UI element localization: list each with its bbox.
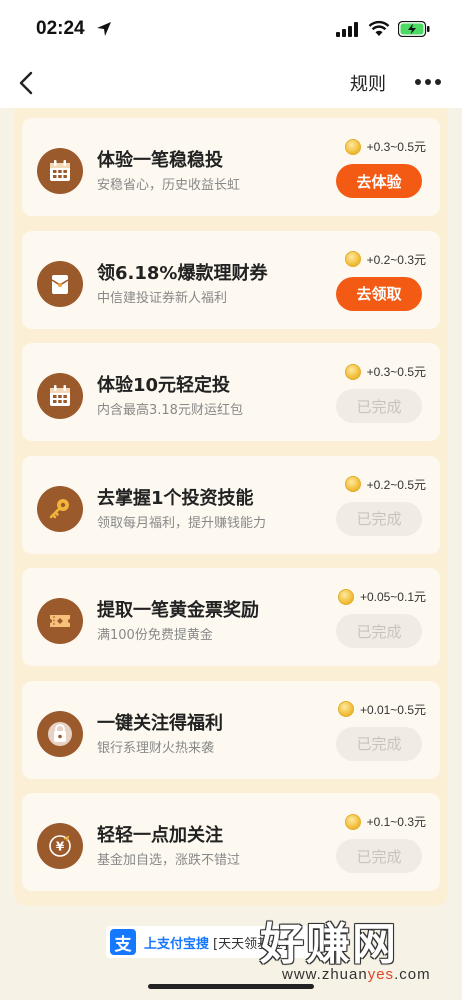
alipay-logo: 支: [110, 929, 136, 955]
cellular-signal-icon: [336, 22, 358, 37]
task-action-button[interactable]: 去领取: [336, 276, 422, 311]
task-reward-amount: +0.3~0.5元: [366, 140, 426, 154]
calendar-icon: [37, 148, 83, 194]
watermark-url-highlight: yes: [367, 966, 395, 983]
task-description: 满100份免费提黄金: [97, 628, 213, 643]
back-chevron-icon[interactable]: [16, 70, 38, 96]
task-reward-amount: +0.2~0.3元: [366, 252, 426, 267]
envelope-icon: [37, 260, 83, 307]
battery-charging-icon: [398, 21, 430, 37]
rules-link[interactable]: 规则: [350, 70, 386, 96]
task-card: 去掌握1个投资技能领取每月福利，提升赚钱能力 +0.2~0.5元已完成: [22, 455, 440, 554]
coin-icon: [344, 251, 361, 267]
task-completed-button: 已完成: [336, 726, 422, 761]
coin-icon: [337, 701, 354, 717]
task-title: 体验10元轻定投: [97, 375, 231, 396]
site-watermark: 好赚网 www.zhuanyes.com: [252, 908, 452, 988]
fund-icon: ¥: [37, 823, 83, 869]
task-description: 安稳省心，历史收益长虹: [97, 178, 241, 193]
task-card: 提取一笔黄金票奖励满100份免费提黄金 +0.05~0.1元已完成: [22, 568, 440, 666]
key-icon: [37, 485, 83, 532]
task-reward: +0.3~0.5元: [344, 363, 426, 380]
task-description: 基金加自选，涨跌不错过: [97, 853, 241, 868]
task-title: 体验一笔稳稳投: [97, 150, 223, 171]
task-description: 内含最高3.18元财运红包: [97, 403, 243, 418]
task-card: 领6.18%爆款理财券中信建投证券新人福利 +0.2~0.3元去领取: [22, 230, 440, 329]
coin-icon: [344, 138, 361, 155]
home-indicator: [148, 984, 314, 989]
bag-icon: [37, 710, 83, 757]
watermark-url: www.zhuanyes.com: [282, 966, 431, 983]
task-card: 一键关注得福利银行系理财火热来袭 +0.01~0.5元已完成: [22, 680, 440, 779]
task-reward: +0.01~0.5元: [337, 701, 426, 718]
task-title: 领6.18%爆款理财券: [97, 262, 268, 284]
watermark-brand: 好赚网: [260, 919, 398, 970]
nav-bar: 规则: [0, 58, 462, 108]
task-card: 体验一笔稳稳投安稳省心，历史收益长虹 +0.3~0.5元去体验: [22, 118, 440, 216]
task-reward-amount: +0.01~0.5元: [359, 702, 426, 717]
task-completed-button: 已完成: [336, 839, 422, 873]
location-arrow-icon: [97, 22, 111, 36]
coin-icon: [344, 476, 361, 492]
task-panel: 体验一笔稳稳投 安稳省心，历史收益长虹 +0.3~0.5元 去体验 领6.18%爆款理财…: [14, 108, 448, 906]
task-description: 中信建投证券新人福利: [97, 290, 228, 306]
more-dots-icon[interactable]: [414, 76, 442, 88]
coin-icon: [344, 363, 361, 380]
task-reward: +0.2~0.3元: [344, 251, 426, 268]
task-reward-amount: +0.2~0.5元: [366, 477, 426, 492]
task-description: 银行系理财火热来袭: [97, 740, 215, 756]
coin-icon: [344, 813, 361, 830]
task-reward: +0.1~0.3元: [344, 813, 426, 830]
task-reward: +0.2~0.5元: [344, 476, 426, 493]
task-description: 领取每月福利，提升赚钱能力: [97, 515, 267, 531]
task-reward-amount: +0.05~0.1元: [359, 590, 426, 604]
task-card: 体验10元轻定投内含最高3.18元财运红包 +0.3~0.5元已完成: [22, 343, 440, 441]
task-reward-amount: +0.1~0.3元: [366, 815, 426, 829]
status-bar: 02:24: [0, 0, 462, 58]
alipay-search-label: 上支付宝搜: [144, 936, 210, 952]
task-reward-amount: +0.3~0.5元: [366, 365, 426, 379]
task-completed-button: 已完成: [336, 614, 422, 648]
coin-icon: [337, 588, 354, 605]
svg-text:¥: ¥: [56, 840, 65, 854]
watermark-url-suffix: .com: [394, 966, 431, 983]
task-title: 去掌握1个投资技能: [97, 487, 254, 509]
task-reward: +0.3~0.5元: [344, 138, 426, 155]
wifi-icon: [368, 20, 390, 36]
watermark-url-prefix: www.zhuan: [282, 966, 368, 983]
task-title: 轻轻一点加关注: [97, 825, 223, 846]
task-action-button[interactable]: 去体验: [336, 164, 422, 198]
ticket-icon: [37, 598, 83, 644]
task-completed-button: 已完成: [336, 389, 422, 423]
task-title: 一键关注得福利: [97, 712, 223, 734]
calendar-icon: [37, 373, 83, 419]
task-card: ¥ 轻轻一点加关注基金加自选，涨跌不错过 +0.1~0.3元已完成: [22, 793, 440, 891]
task-title: 提取一笔黄金票奖励: [97, 600, 259, 621]
status-time: 02:24: [36, 18, 85, 39]
task-completed-button: 已完成: [336, 501, 422, 536]
task-reward: +0.05~0.1元: [337, 588, 426, 605]
